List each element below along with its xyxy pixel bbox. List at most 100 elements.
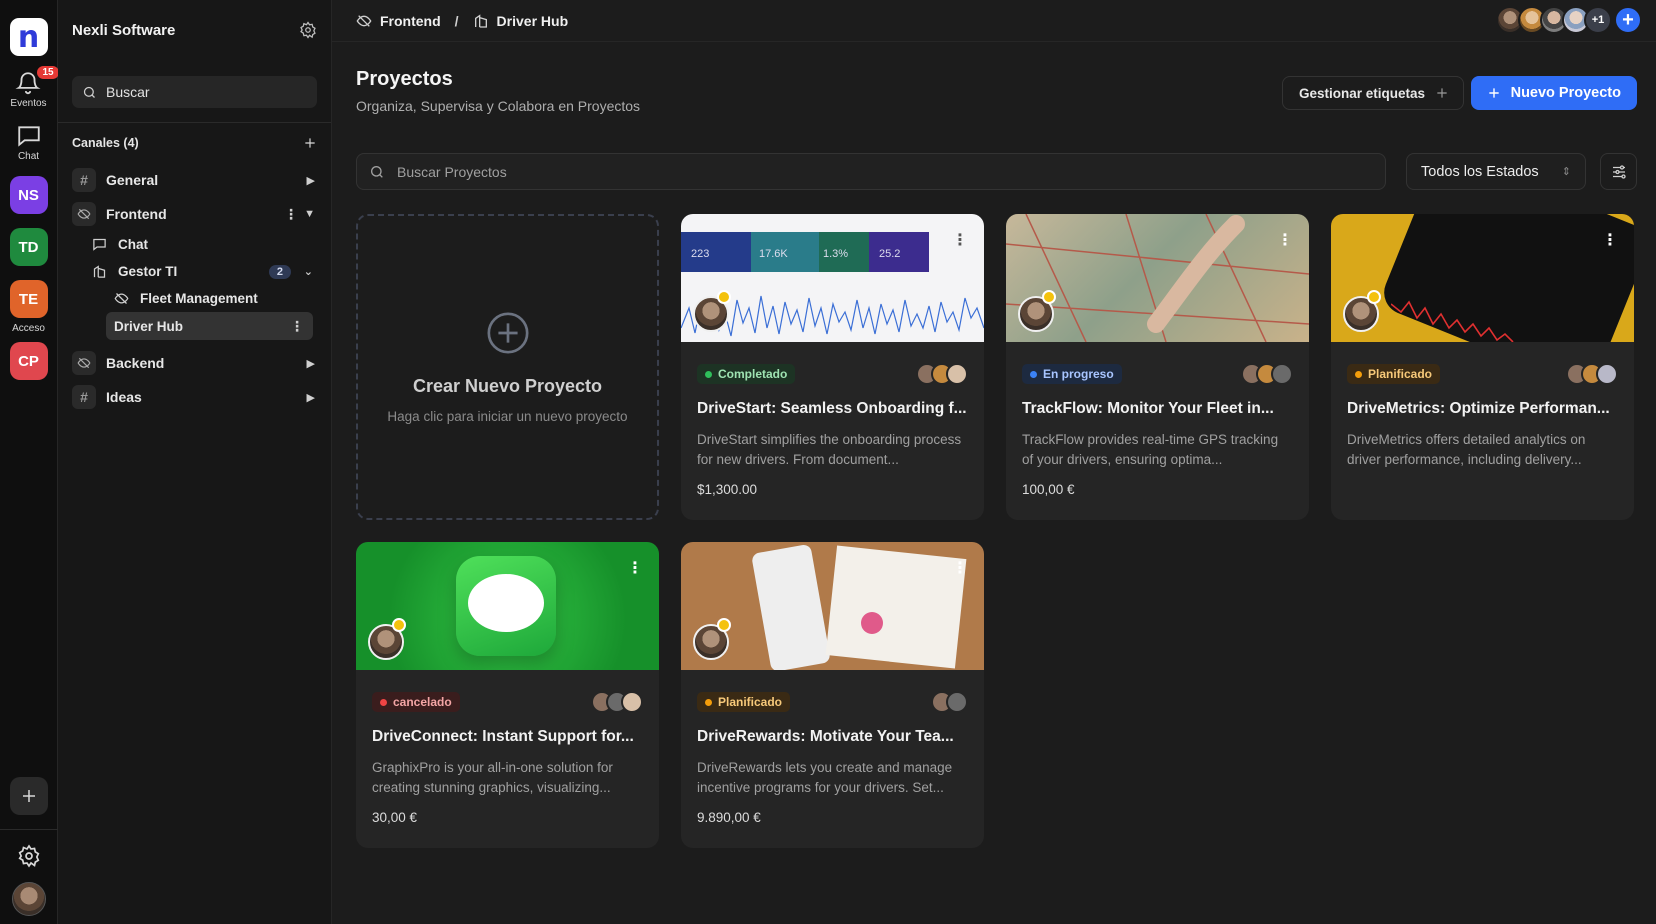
add-workspace-button[interactable] — [10, 777, 48, 815]
search-icon — [83, 86, 95, 98]
status-dot — [1030, 370, 1037, 378]
project-card[interactable]: ⋮ En progreso TrackFlow: Monitor Your Fl… — [1006, 214, 1309, 520]
status-filter-value: Todos los Estados — [1421, 163, 1539, 180]
thumb-metric: 223 — [691, 248, 710, 260]
plus-icon — [1488, 88, 1499, 98]
more-members-badge[interactable]: +1 — [1584, 6, 1612, 34]
breadcrumb-driver-hub[interactable]: Driver Hub — [497, 13, 569, 29]
pie-shape — [861, 612, 883, 634]
caret-right-icon[interactable]: ▶ — [307, 357, 315, 370]
status-dot — [1355, 370, 1362, 378]
events-label: Eventos — [10, 98, 47, 109]
project-card[interactable]: ⋮ cancelado DriveConnect: Instant Suppor… — [356, 542, 659, 848]
sidebar-search-placeholder: Buscar — [106, 84, 150, 100]
project-description: DriveMetrics offers detailed analytics o… — [1347, 432, 1586, 467]
subchannel-gestor[interactable]: Gestor TI 2 ⌄ — [58, 258, 331, 285]
add-channel-icon[interactable] — [303, 136, 317, 150]
channel-backend-label: Backend — [106, 355, 165, 371]
card-meta: Planificado — [1347, 362, 1618, 386]
project-search-placeholder: Buscar Proyectos — [397, 163, 507, 180]
main-content: Proyectos Organiza, Supervisa y Colabora… — [332, 42, 1656, 924]
subchannel-fleet[interactable]: Fleet Management — [58, 285, 331, 312]
workspace-td[interactable]: TD — [9, 228, 48, 266]
caret-right-icon[interactable]: ▶ — [307, 174, 315, 187]
add-member-button[interactable]: + — [1614, 6, 1642, 34]
caret-right-icon[interactable]: ▶ — [307, 391, 315, 404]
card-menu-icon[interactable]: ⋮ — [952, 230, 968, 250]
driver-hub-menu-icon[interactable]: ⋮ — [290, 318, 304, 335]
card-menu-icon[interactable]: ⋮ — [1277, 230, 1293, 250]
channel-frontend[interactable]: Frontend ⋮ ▼ — [58, 197, 331, 231]
new-project-button[interactable]: Nuevo Proyecto — [1470, 76, 1637, 110]
sidebar-header: Nexli Software — [58, 0, 331, 60]
chat-button[interactable]: Chat — [16, 123, 42, 162]
channel-ideas[interactable]: # Ideas ▶ — [58, 380, 331, 414]
create-project-title: Crear Nuevo Proyecto — [412, 376, 603, 396]
eye-off-icon — [114, 291, 132, 306]
sidebar-search[interactable]: Buscar — [72, 76, 317, 108]
project-card[interactable]: ⋮ Planificado DriveMetrics: Optimize Per… — [1331, 214, 1634, 520]
page-subtitle: Organiza, Supervisa y Colabora en Proyec… — [356, 98, 641, 114]
settings-icon[interactable] — [17, 844, 41, 868]
status-label: Completado — [718, 367, 788, 381]
channel-general[interactable]: # General ▶ — [58, 163, 331, 197]
plus-icon — [1437, 88, 1447, 98]
card-members[interactable] — [916, 363, 968, 385]
search-icon — [371, 165, 383, 178]
project-thumbnail: 223 17.6K 1.3% 25.2 ⋮ — [681, 214, 984, 342]
card-members[interactable] — [591, 691, 643, 713]
card-menu-icon[interactable]: ⋮ — [952, 558, 968, 578]
channel-menu-icon[interactable]: ⋮ — [284, 206, 298, 223]
crown-icon — [717, 618, 731, 632]
message-app-icon — [456, 556, 556, 656]
building-icon — [474, 13, 487, 28]
subchannel-chat-label: Chat — [118, 237, 148, 252]
card-members[interactable] — [931, 691, 968, 713]
create-project-card[interactable]: Crear Nuevo Proyecto Haga clic para inic… — [356, 214, 659, 520]
workspace-te[interactable]: TE — [9, 280, 48, 318]
filter-settings-button[interactable] — [1600, 153, 1637, 190]
eye-off-icon — [72, 202, 96, 226]
status-dot — [705, 698, 712, 706]
card-menu-icon[interactable]: ⋮ — [627, 558, 643, 578]
status-label: cancelado — [393, 695, 452, 709]
card-body: Planificado DriveRewards: Motivate Your … — [681, 690, 984, 825]
gestor-count-badge: 2 — [268, 264, 291, 279]
app-logo[interactable]: n — [9, 18, 48, 56]
project-card[interactable]: ⋮ Planificado DriveRewards: Motivate You… — [681, 542, 984, 848]
card-meta: Completado — [697, 362, 968, 386]
gear-icon[interactable] — [299, 21, 317, 39]
breadcrumb-frontend[interactable]: Frontend — [380, 13, 441, 29]
project-search-input[interactable]: Buscar Proyectos — [356, 153, 1386, 190]
manage-tags-button[interactable]: Gestionar etiquetas — [1281, 76, 1464, 110]
chat-icon — [17, 126, 40, 147]
member-avatar — [946, 691, 968, 713]
card-members[interactable] — [1241, 363, 1293, 385]
status-filter-select[interactable]: Todos los Estados ⇕ — [1406, 153, 1586, 190]
caret-down-icon[interactable]: ▼ — [304, 208, 315, 220]
workspace-ns[interactable]: NS — [9, 176, 48, 214]
crown-icon — [1042, 290, 1056, 304]
member-avatar — [621, 691, 643, 713]
events-button[interactable]: 15 Eventos — [10, 66, 59, 109]
chat-label: Chat — [17, 151, 40, 162]
manage-tags-label: Gestionar etiquetas — [1298, 85, 1425, 101]
card-members[interactable] — [1566, 363, 1618, 385]
channel-backend[interactable]: Backend ▶ — [58, 346, 331, 380]
subchannel-driver-hub-label: Driver Hub — [114, 318, 184, 334]
member-avatars[interactable]: +1 + — [1496, 6, 1642, 34]
project-title: DriveRewards: Motivate Your Tea... — [697, 728, 954, 745]
subchannel-driver-hub[interactable]: Driver Hub ⋮ — [106, 312, 313, 340]
status-badge: Planificado — [697, 692, 791, 712]
card-menu-icon[interactable]: ⋮ — [1602, 230, 1618, 250]
channels-label: Canales (4) — [72, 136, 139, 150]
paper-shape — [825, 545, 967, 669]
card-body: Planificado DriveMetrics: Optimize Perfo… — [1331, 362, 1634, 470]
user-avatar[interactable] — [12, 882, 46, 916]
chevron-down-icon[interactable]: ⌄ — [304, 265, 313, 278]
workspace-cp[interactable]: CP — [9, 342, 48, 380]
project-card[interactable]: 223 17.6K 1.3% 25.2 ⋮ Completado DriveSt… — [681, 214, 984, 520]
subchannel-chat[interactable]: Chat — [58, 231, 331, 258]
topbar: Frontend / Driver Hub +1 + — [332, 0, 1656, 42]
project-description: DriveRewards lets you create and manage … — [697, 760, 953, 795]
